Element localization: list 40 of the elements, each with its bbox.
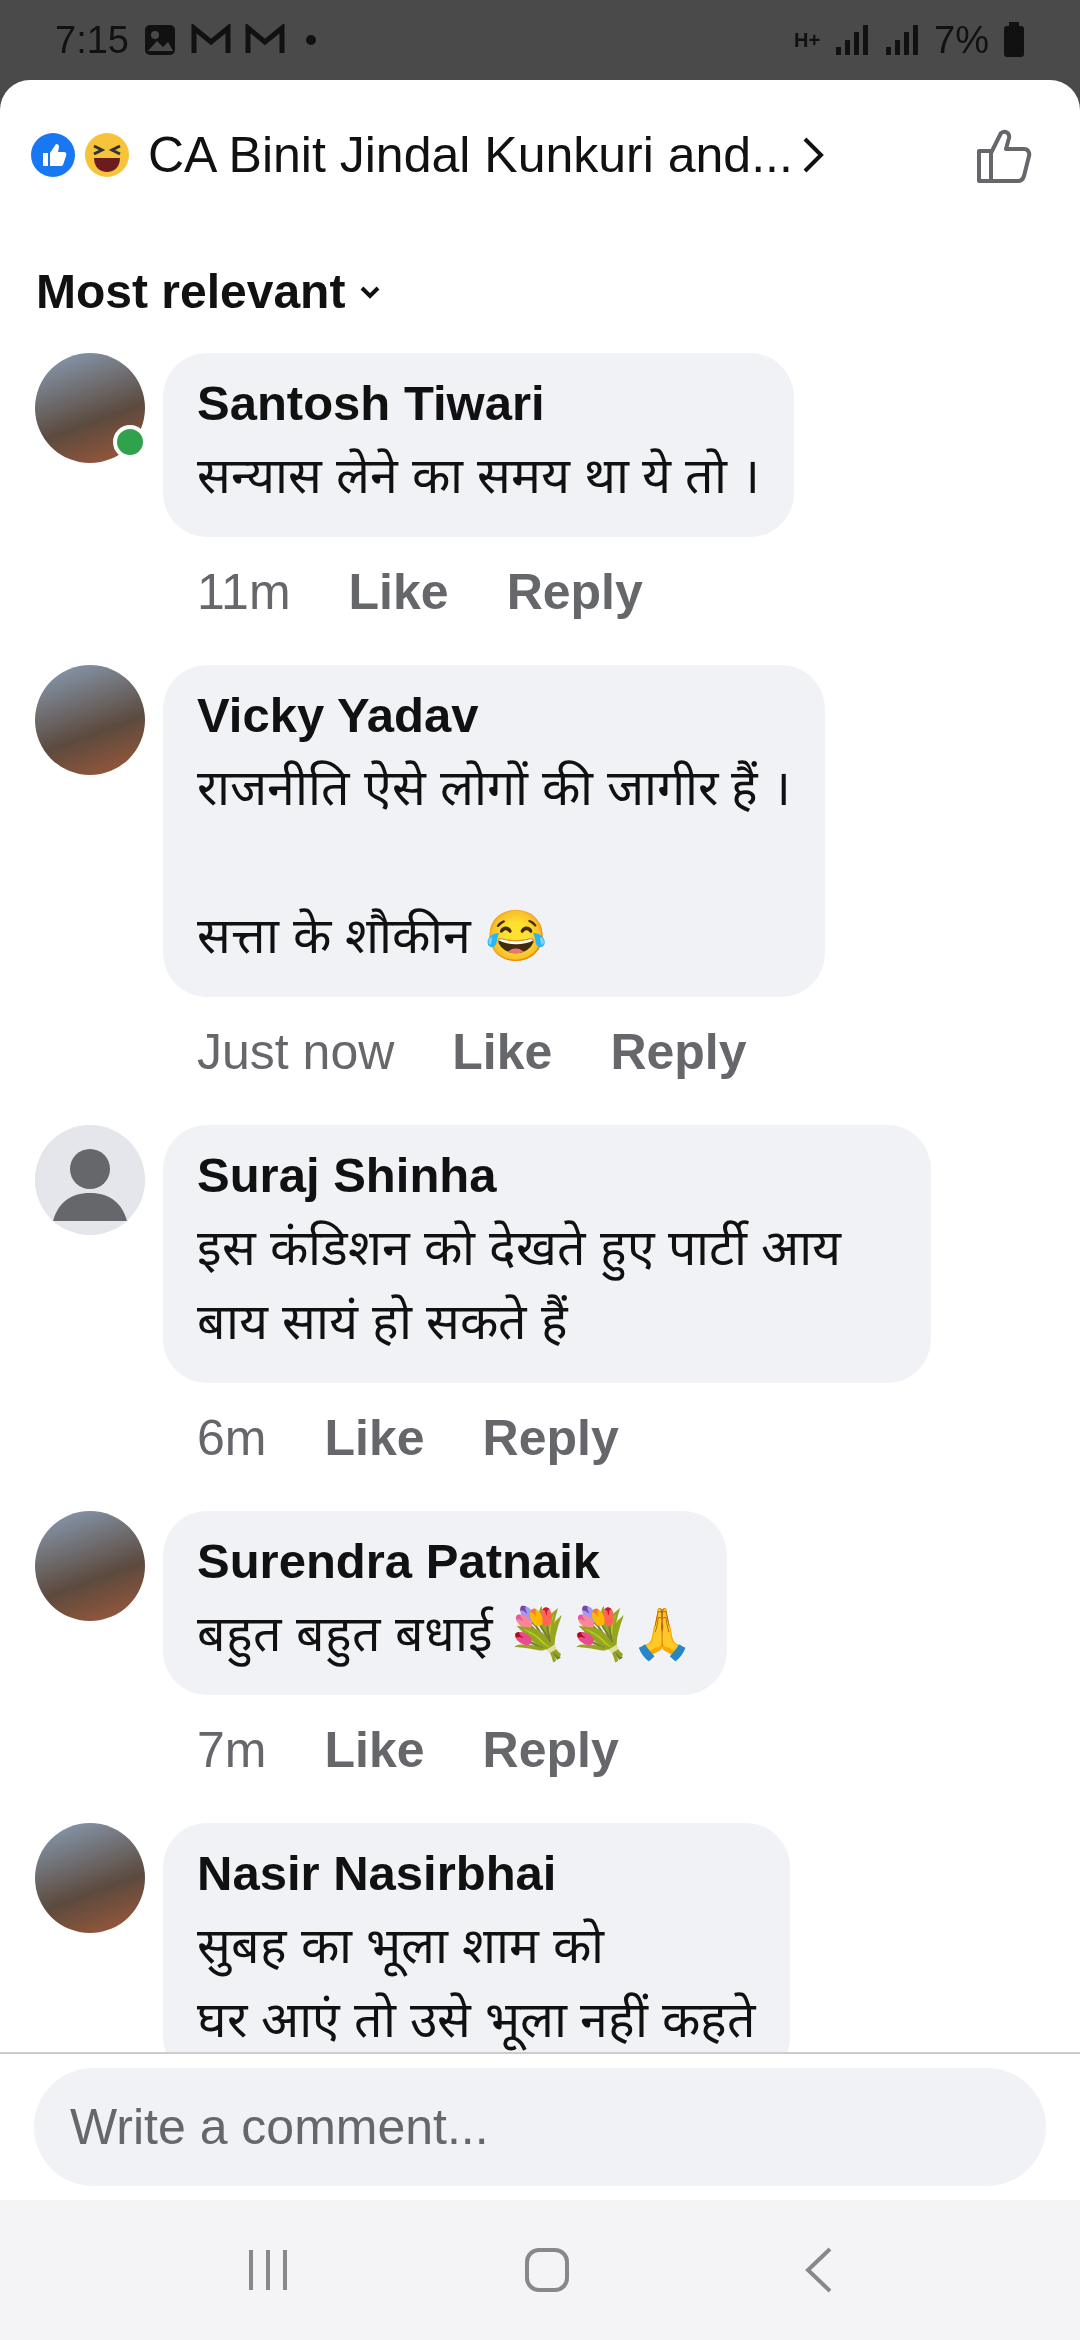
comment-time: 6m [197,1409,267,1467]
reply-button[interactable]: Reply [482,1409,619,1467]
like-button[interactable]: Like [452,1023,553,1081]
reply-button[interactable]: Reply [610,1023,747,1081]
comment-author[interactable]: Vicky Yadav [197,687,792,743]
comment-text: राजनीति ऐसे लोगों की जागीर हैं । सत्ता के शौकीन 😂 [197,759,792,966]
network-type: H+ [793,28,821,52]
mail-icon [244,24,285,56]
comment-input-field[interactable]: Write a comment... [34,2068,1046,2186]
reply-button[interactable]: Reply [506,563,643,621]
reactors-title[interactable]: CA Binit Jindal Kunkuri and... [148,126,793,184]
comment-author[interactable]: Surendra Patnaik [197,1533,693,1589]
home-icon[interactable] [524,2247,570,2293]
reply-button[interactable]: Reply [482,1721,619,1779]
signal-icon [834,23,871,57]
laughing-reaction-icon [84,132,130,178]
battery-icon [1003,22,1025,58]
mail-icon [190,24,231,56]
chevron-down-icon[interactable] [359,284,382,299]
comment-text: बहुत बहुत बधाई 💐💐🙏 [197,1597,693,1671]
sort-dropdown[interactable]: Most relevant [36,264,346,319]
comment-author[interactable]: Santosh Tiwari [197,375,761,431]
comment-text: इस कंडिशन को देखते हुए पार्टी आय बाय सायं हो सकते हैं [197,1219,843,1352]
comment-author[interactable]: Suraj Shinha [197,1147,897,1203]
like-button[interactable]: Like [324,1721,425,1779]
signal-icon [884,23,921,57]
back-icon[interactable] [804,2247,833,2293]
comment-time: 11m [197,563,291,621]
comment-author[interactable]: Nasir Nasirbhai [197,1845,757,1901]
comment-time: Just now [197,1023,395,1081]
comment-text: सुबह का भूला शाम को घर आएं तो उसे भूला नहीं कहते [197,1909,757,2052]
clock: 7:15 [55,18,129,62]
like-reaction-icon [30,132,76,178]
like-button[interactable]: Like [348,563,449,621]
gallery-icon [142,23,177,57]
comment-text: सन्यास लेने का समय था ये तो । [197,447,761,506]
recent-apps-icon[interactable] [247,2248,290,2292]
battery-percent: 7% [934,18,989,62]
like-button[interactable]: Like [324,1409,425,1467]
comment-time: 7m [197,1721,267,1779]
